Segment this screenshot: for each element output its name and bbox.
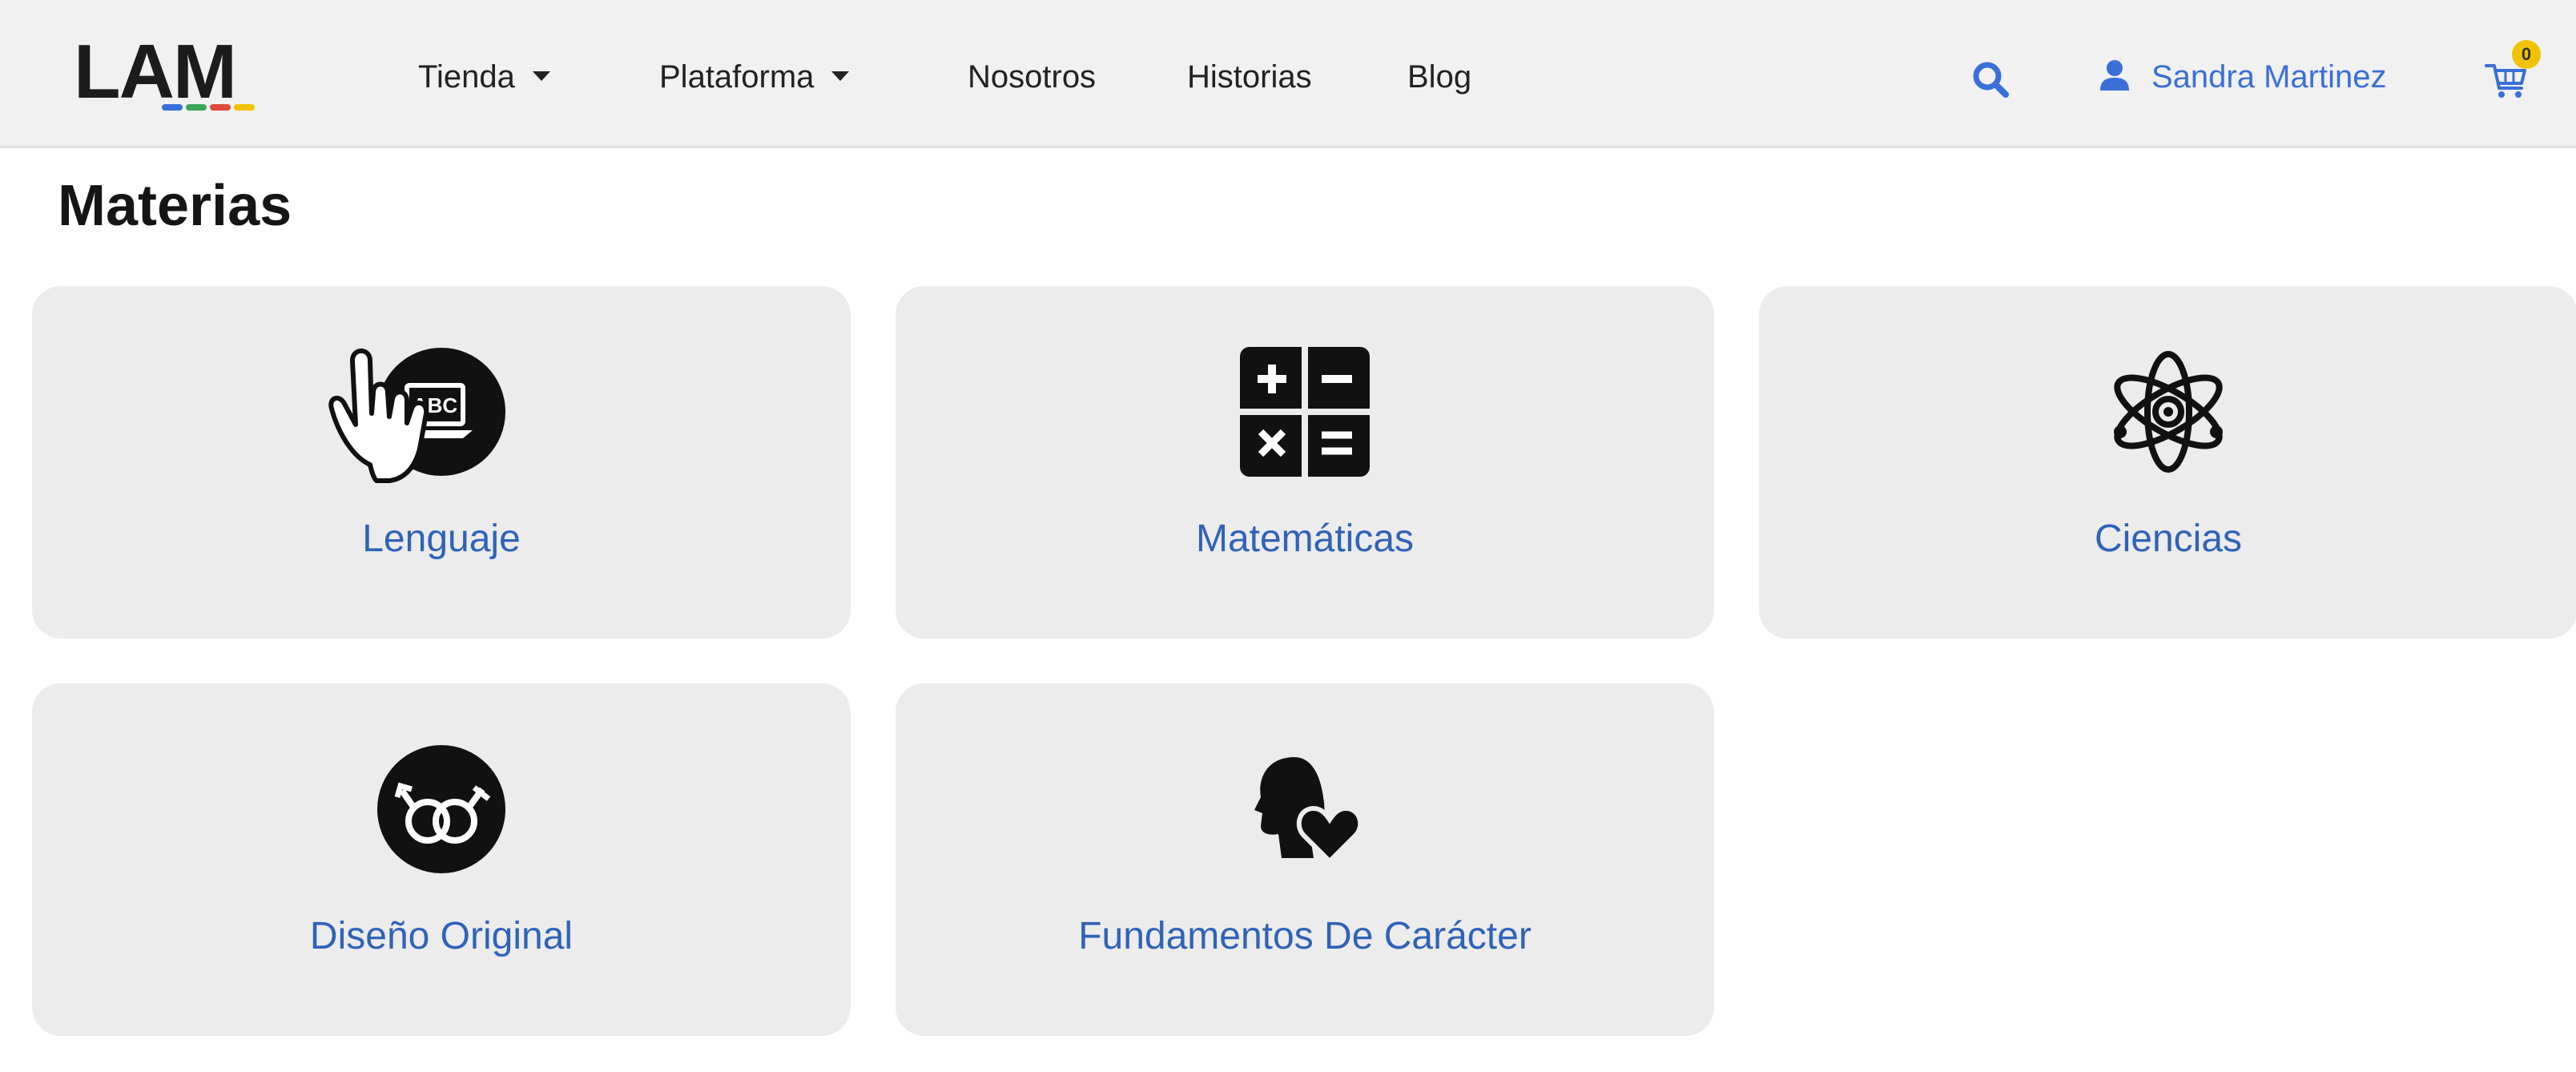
subject-label: Matemáticas [1195,518,1415,560]
cart-button[interactable]: 0 [2483,40,2555,104]
subject-label: Ciencias [2094,518,2243,560]
logo-bar-red [210,104,231,111]
subject-card-lenguaje[interactable]: ABC Lenguaje [32,286,851,639]
nav-item-blog[interactable]: Blog [1407,56,1471,98]
caret-down-icon [532,71,550,82]
nav-item-tienda[interactable]: Tienda [418,56,550,98]
nav-item-label: Blog [1407,59,1472,95]
logo-bar-yellow [234,104,255,111]
abc-laptop-icon: ABC [373,344,509,480]
nav-item-label: Historias [1187,59,1312,95]
logo-text: LAM [74,29,237,115]
logo-bar-green [186,104,207,111]
caret-down-icon [831,71,850,82]
page-title: Materias [58,174,292,238]
user-account-link[interactable]: Sandra Martinez [2099,56,2386,98]
subject-label: Diseño Original [309,915,574,957]
subject-card-fundamentos-de-caracter[interactable]: Fundamentos De Carácter [896,683,1714,1036]
subject-label: Lenguaje [362,518,521,560]
subject-card-ciencias[interactable]: Ciencias [1759,286,2576,639]
calculator-icon [1237,344,1373,480]
nav-item-label: Nosotros [968,59,1097,95]
subject-card-matematicas[interactable]: Matemáticas [896,286,1714,639]
gender-symbols-icon [373,741,509,877]
nav-item-historias[interactable]: Historias [1187,56,1312,98]
logo[interactable]: LAM [74,29,255,120]
subject-card-diseno-original[interactable]: Diseño Original [32,683,851,1036]
logo-bar-blue [162,104,183,111]
top-navbar: LAM Tienda Plataforma Nosotros Historias… [0,0,2576,148]
nav-item-plataforma[interactable]: Plataforma [659,56,850,98]
user-icon [2100,60,2129,91]
cart-count-badge: 0 [2512,40,2541,69]
atom-icon [2100,344,2236,480]
nav-item-label: Plataforma [659,59,815,95]
search-icon[interactable] [1970,59,2010,99]
nav-item-label: Tienda [418,59,515,95]
head-heart-icon [1237,741,1373,877]
subject-label: Fundamentos De Carácter [1078,915,1532,957]
svg-text:ABC: ABC [413,393,458,417]
nav-item-nosotros[interactable]: Nosotros [968,56,1096,98]
user-name: Sandra Martinez [2151,59,2387,95]
